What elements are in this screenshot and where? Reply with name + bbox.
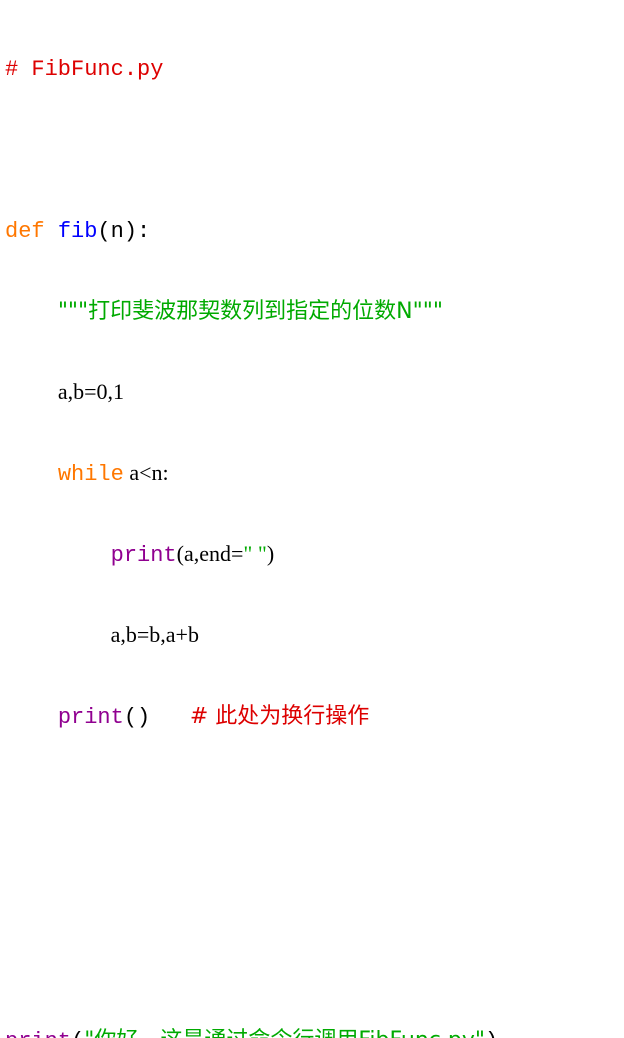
code-editor[interactable]: # FibFunc.py def fib(n): """打印斐波那契数列到指定的…: [5, 0, 498, 1038]
close-paren: ): [485, 1029, 498, 1038]
string-literal: "你好，这是通过命令行调用FibFunc.py": [84, 1028, 485, 1038]
code-line-4: """打印斐波那契数列到指定的位数N""": [5, 297, 498, 324]
code-line-8: a,b=b,a+b: [5, 621, 498, 648]
assign-init: a,b=0,1: [57, 379, 124, 404]
string-literal: " ": [243, 541, 267, 566]
while-keyword: while: [57, 462, 124, 487]
code-line-2-blank: [5, 135, 498, 162]
filename-comment: # FibFunc.py: [5, 57, 164, 82]
function-params: (n):: [97, 219, 151, 244]
code-line-10-blank: [5, 783, 498, 810]
code-line-5: a,b=0,1: [5, 378, 498, 405]
code-line-9: print() # 此处为换行操作: [5, 702, 498, 730]
print-builtin: print: [110, 543, 177, 568]
assign-step: a,b=b,a+b: [110, 622, 199, 647]
code-line-6: while a<n:: [5, 459, 498, 487]
code-line-11-blank: [5, 864, 498, 891]
print-builtin: print: [57, 705, 124, 730]
code-line-12-blank: [5, 945, 498, 972]
while-condition: a<n:: [123, 460, 169, 485]
print-builtin: print: [5, 1029, 71, 1038]
print-args: (a,end=: [176, 541, 244, 566]
close-paren: ): [266, 541, 275, 566]
open-paren: (: [71, 1029, 84, 1038]
code-line-1: # FibFunc.py: [5, 54, 498, 82]
code-line-13: print("你好，这是通过命令行调用FibFunc.py"): [5, 1026, 498, 1038]
def-keyword: def: [5, 219, 45, 244]
function-name: fib: [57, 219, 98, 244]
inline-comment: # 此处为换行操作: [189, 704, 370, 729]
code-line-3: def fib(n):: [5, 216, 498, 244]
print-args: (): [123, 705, 151, 730]
code-line-7: print(a,end=" "): [5, 540, 498, 568]
docstring: """打印斐波那契数列到指定的位数N""": [57, 299, 443, 324]
